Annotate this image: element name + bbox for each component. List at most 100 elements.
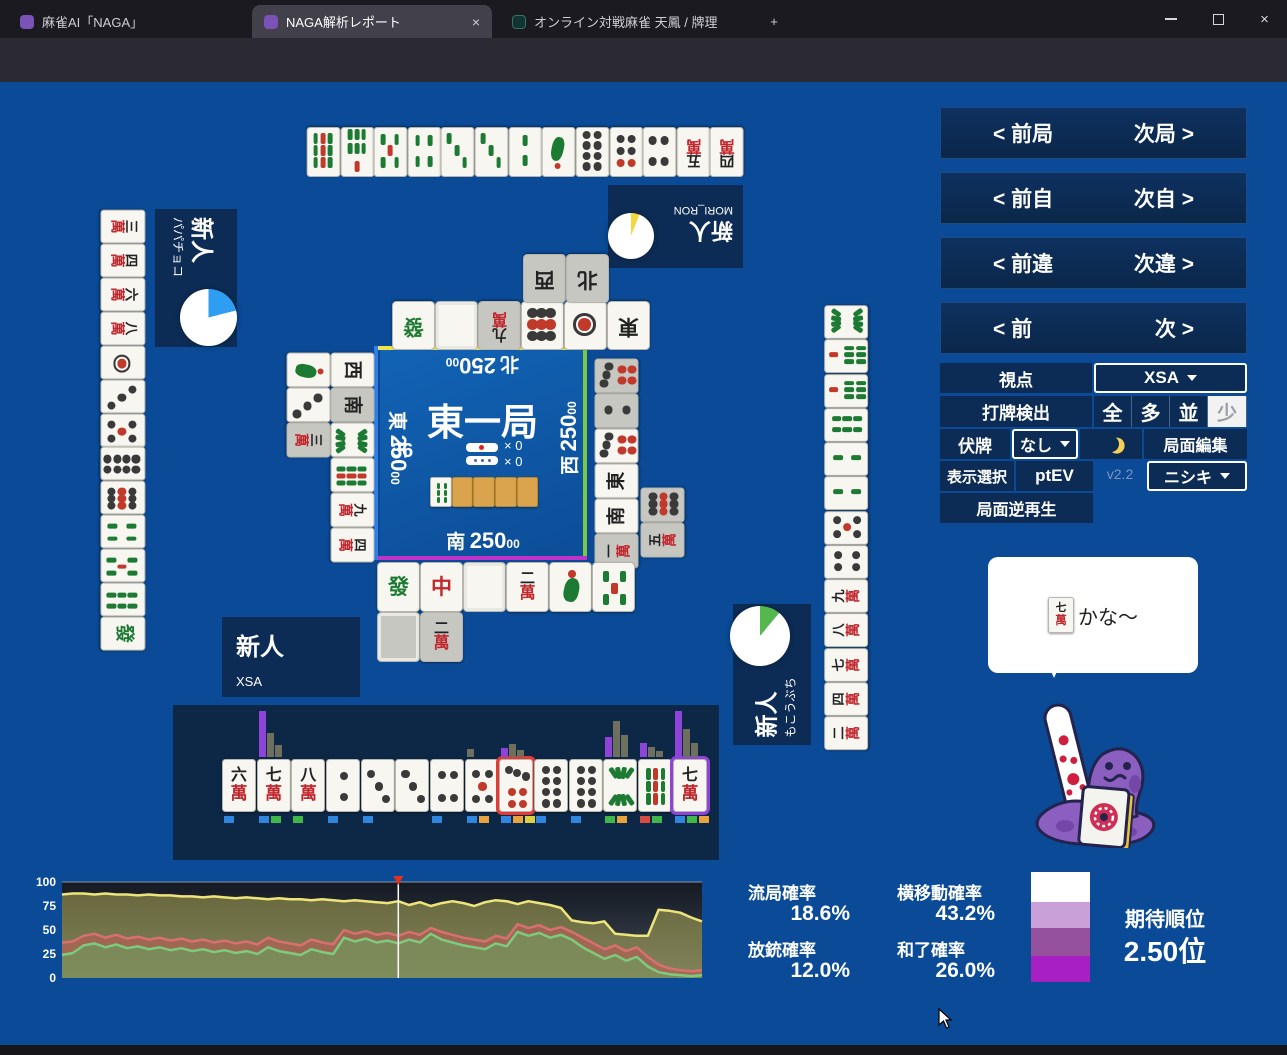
prev-mismatch-button[interactable]: < 前違 [993,248,1053,278]
model-version: v2.2 [1106,466,1134,482]
dahai-option-many[interactable]: 多 [1132,396,1170,427]
dahai-option-few[interactable]: 少 [1208,396,1247,427]
minimize-icon [1164,18,1177,20]
nav-self-row: < 前自 次自 > [940,172,1247,224]
dahai-option-normal[interactable]: 並 [1170,396,1208,427]
ptev-button[interactable]: ptEV [1016,461,1093,491]
dahai-option-all[interactable]: 全 [1094,396,1132,427]
fusehai-value: なし [1019,438,1052,455]
seat-score-sub: 00 [565,401,579,415]
riichi-stick-count: × 0 [504,438,523,453]
next-self-button[interactable]: 次自 > [1134,183,1194,213]
nav-mismatch-row: < 前違 次違 > [940,237,1247,289]
fusehai-select[interactable]: なし [1012,429,1078,459]
night-mode-button[interactable] [1080,429,1142,459]
fusehai-label: 伏牌 [940,429,1010,459]
houju-label: 放銃確率 [748,941,816,960]
plus-icon: + [770,14,778,29]
seat-score: 250 [556,414,581,452]
seat-score: 250 [469,528,507,553]
tab-naga-home[interactable]: 麻雀AI「NAGA」 [8,5,246,38]
prev-self-button[interactable]: < 前自 [993,183,1053,213]
naga-favicon [20,14,34,29]
seat-color-right [583,346,587,560]
model-value: ニシキ [1163,470,1212,487]
seat-score-sub: 00 [506,537,520,551]
tenhou-favicon [512,14,526,29]
nav-kyoku-row: < 前局 次局 > [940,107,1247,159]
tab-title: 麻雀AI「NAGA」 [42,15,144,30]
display-select-label: 表示選択 [940,461,1014,491]
rank-bar-segment [1031,928,1090,956]
viewpoint-select[interactable]: XSA [1094,363,1247,393]
tile-7m: 七萬 [1048,597,1074,633]
chevron-down-icon [1220,473,1230,479]
score-south: 南 25000 [428,527,538,554]
honba-stick-count: × 0 [504,454,523,469]
agari-label: 和了確率 [897,941,965,960]
browser-window: 麻雀AI「NAGA」 NAGA解析レポート × オンライン対戦麻雀 天鳳 / 牌… [0,0,1287,1055]
rank-bar-segment [1031,901,1090,929]
close-tab-icon[interactable]: × [472,14,480,30]
naga-mascot [1035,703,1156,848]
houju-value: 12.0% [790,959,850,982]
viewpoint-label: 視点 [940,363,1092,393]
seat-label: 西 [560,455,581,475]
tab-naga-report[interactable]: NAGA解析レポート × [252,5,492,38]
expected-rank-label: 期待順位 [1125,909,1205,931]
tab-title: オンライン対戦麻雀 天鳳 / 牌理 [534,15,718,30]
suggested-tile-slot: 七萬 [1048,597,1074,633]
prev-button[interactable]: < 前 [993,313,1032,343]
model-select[interactable]: ニシキ [1147,461,1247,491]
mouse-cursor [938,1008,953,1029]
seat-score-sub: 00 [388,471,402,485]
tab-tenhou[interactable]: オンライン対戦麻雀 天鳳 / 牌理 [500,5,758,38]
seat-color-bottom [378,556,587,560]
seat-label: 北 [500,353,520,374]
prev-kyoku-button[interactable]: < 前局 [993,118,1053,148]
player-panel-south: 新人 XSA [222,617,360,697]
moon-icon [1101,434,1121,454]
score-west: 西 25000 [555,386,583,490]
rank-bar-segment [1031,872,1090,902]
new-tab-button[interactable]: + [762,5,786,38]
naga-speech-bubble: 七萬 かな〜 [988,557,1198,678]
chart-y-tick: 25 [42,947,56,961]
naga-favicon [264,14,278,29]
next-kyoku-button[interactable]: 次局 > [1134,118,1194,148]
player-pie-west [730,606,790,666]
chart-y-tick: 100 [35,875,56,889]
seat-label: 南 [446,532,466,553]
nav-step-row: < 前 次 > [940,302,1247,354]
hand-analysis-panel [173,705,719,860]
chevron-down-icon [1060,441,1070,447]
probability-chart[interactable] [45,876,705,988]
bubble-text: かな〜 [1078,606,1138,629]
riichi-stick-icon [466,443,498,452]
viewpoint-value: XSA [1144,368,1179,387]
score-north: 北 25000 [430,352,535,379]
ryukyoku-label: 流局確率 [748,884,816,903]
seat-score: 250 [459,353,496,378]
wall-count: 36 [391,440,414,462]
maximize-button[interactable] [1196,0,1241,38]
ryukyoku-value: 18.6% [790,902,850,925]
board-edit-button[interactable]: 局面編集 [1144,429,1247,459]
yokoido-value: 43.2% [935,902,995,925]
seat-score-sub: 00 [445,355,460,369]
browser-tab-bar: 麻雀AI「NAGA」 NAGA解析レポート × オンライン対戦麻雀 天鳳 / 牌… [0,0,1287,38]
next-mismatch-button[interactable]: 次違 > [1134,248,1194,278]
chevron-down-icon [1186,375,1197,381]
bottom-strip [0,1045,1287,1055]
next-button[interactable]: 次 > [1155,313,1194,343]
chart-y-tick: 75 [42,899,56,913]
reverse-play-button[interactable]: 局面逆再生 [940,493,1093,523]
player-pie-north [608,213,654,259]
honba-stick-icon [466,456,498,465]
maximize-icon [1213,13,1224,25]
minimize-button[interactable] [1148,0,1193,38]
close-window-button[interactable]: × [1242,0,1287,38]
dahai-detect-label: 打牌検出 [940,396,1092,427]
player-pie-east [180,289,237,346]
chart-y-tick: 0 [49,971,56,985]
